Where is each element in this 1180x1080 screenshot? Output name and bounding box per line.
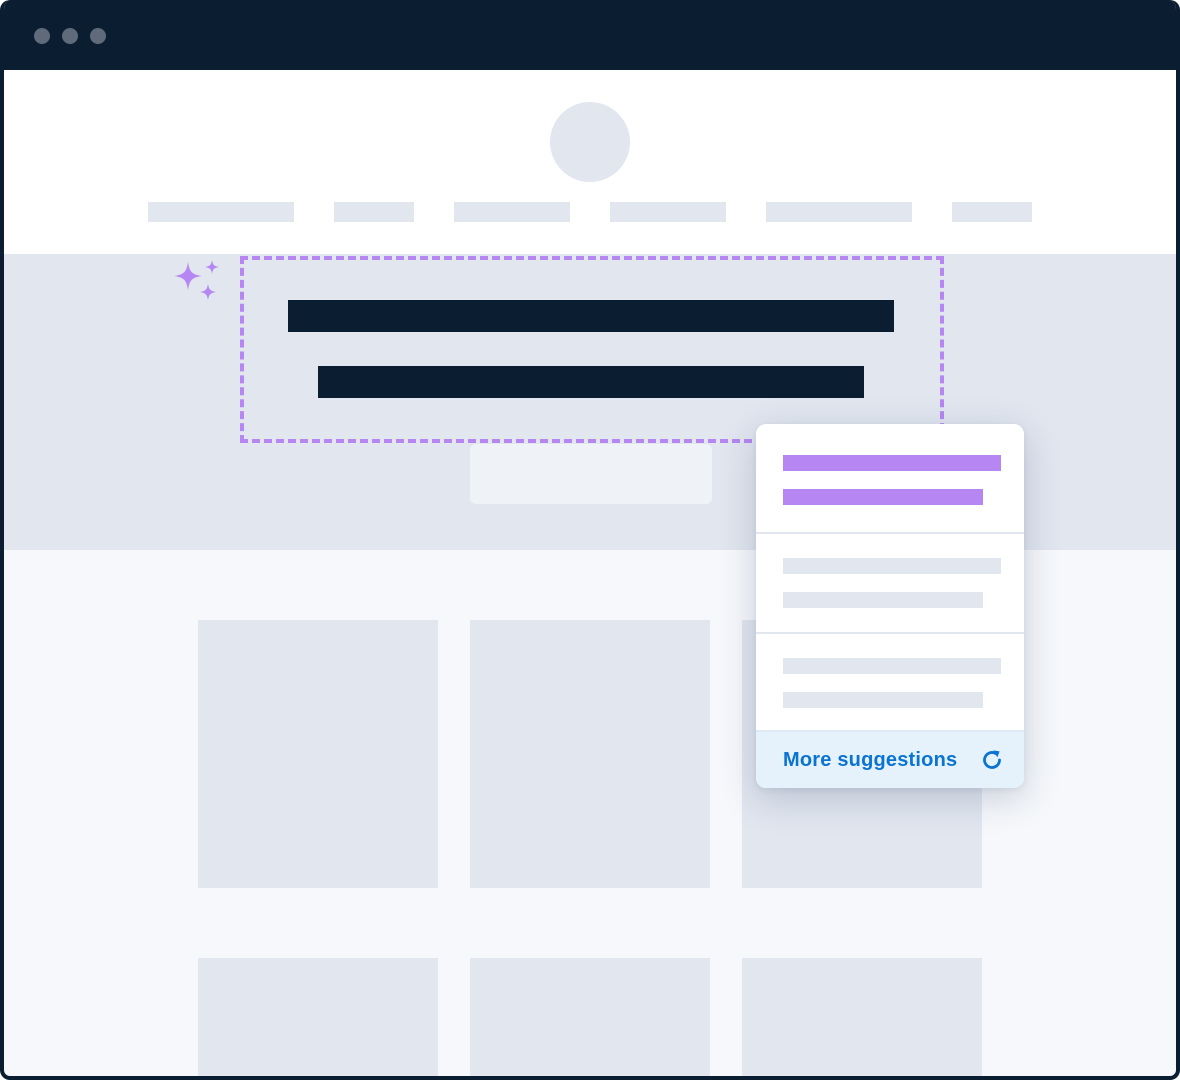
close-window-dot[interactable] [34, 28, 50, 44]
content-card-1[interactable] [198, 620, 438, 888]
site-header [4, 70, 1176, 254]
suggestion-item-2[interactable] [756, 532, 1024, 632]
headline-line-1 [288, 300, 894, 332]
content-card-4[interactable] [198, 958, 438, 1076]
nav-item-6[interactable] [952, 202, 1032, 222]
more-suggestions-label: More suggestions [783, 749, 958, 771]
cta-button-placeholder[interactable] [470, 444, 712, 504]
refresh-icon[interactable] [980, 748, 1004, 772]
nav-item-3[interactable] [454, 202, 570, 222]
content-card-6[interactable] [742, 958, 982, 1076]
nav-item-2[interactable] [334, 202, 414, 222]
suggestions-popover: More suggestions [756, 424, 1024, 788]
suggestion-line [783, 658, 1001, 674]
content-card-5[interactable] [470, 958, 710, 1076]
content-card-2[interactable] [470, 620, 710, 888]
suggestion-line [783, 558, 1001, 574]
suggestion-item-selected[interactable] [756, 424, 1024, 524]
nav-item-4[interactable] [610, 202, 726, 222]
suggestion-line [783, 592, 983, 608]
logo-placeholder[interactable] [550, 102, 630, 182]
more-suggestions-button[interactable]: More suggestions [756, 730, 1024, 788]
nav-item-5[interactable] [766, 202, 912, 222]
minimize-window-dot[interactable] [62, 28, 78, 44]
suggestion-line [783, 455, 1001, 471]
suggestion-line [783, 692, 983, 708]
nav-item-1[interactable] [148, 202, 294, 222]
title-bar [4, 0, 1176, 70]
ai-selection-outline[interactable] [240, 256, 944, 443]
maximize-window-dot[interactable] [90, 28, 106, 44]
sparkle-icon [174, 260, 219, 300]
suggestion-item-3[interactable] [756, 632, 1024, 732]
headline-line-2 [318, 366, 864, 398]
suggestion-line [783, 489, 983, 505]
